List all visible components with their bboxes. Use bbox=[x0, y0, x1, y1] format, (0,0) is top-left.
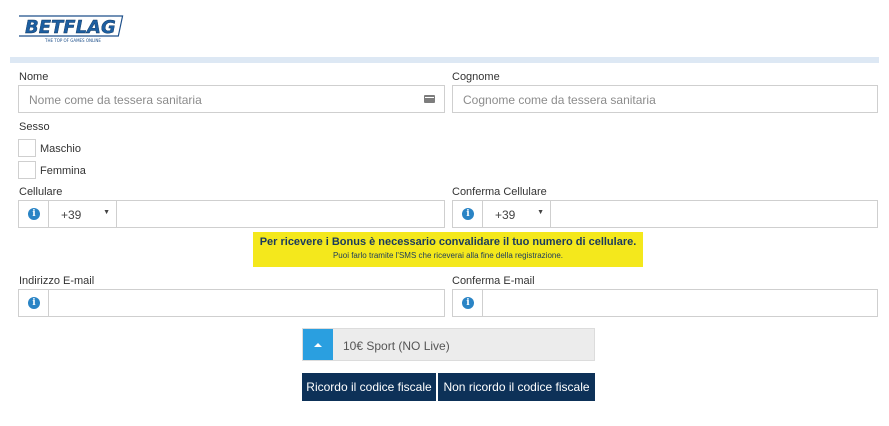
maschio-label: Maschio bbox=[40, 143, 81, 155]
cellulare-prefix-select[interactable]: +39 ▼ bbox=[49, 201, 117, 227]
info-icon: i bbox=[28, 297, 40, 309]
conferma-cellulare-field[interactable]: i +39 ▼ bbox=[452, 200, 878, 228]
conferma-cellulare-prefix: +39 bbox=[495, 208, 516, 222]
svg-text:THE TOP OF GAMES ONLINE: THE TOP OF GAMES ONLINE bbox=[44, 38, 101, 43]
ricordo-codice-fiscale-button[interactable]: Ricordo il codice fiscale bbox=[302, 373, 436, 401]
maschio-checkbox[interactable] bbox=[18, 139, 36, 157]
bonus-toggle-button[interactable] bbox=[303, 329, 333, 360]
conferma-email-info[interactable]: i bbox=[453, 290, 483, 316]
non-ricordo-codice-fiscale-button[interactable]: Non ricordo il codice fiscale bbox=[438, 373, 595, 401]
bonus-selected: 10€ Sport (NO Live) bbox=[343, 339, 450, 353]
nome-label: Nome bbox=[19, 71, 49, 83]
sesso-label: Sesso bbox=[19, 121, 50, 133]
svg-text:BETFLAG: BETFLAG bbox=[25, 17, 116, 38]
cellulare-field[interactable]: i +39 ▼ bbox=[18, 200, 445, 228]
email-info[interactable]: i bbox=[19, 290, 49, 316]
conferma-email-label: Conferma E-mail bbox=[452, 275, 535, 287]
notice-subtitle: Puoi farlo tramite l'SMS che riceverai a… bbox=[332, 251, 564, 260]
email-field[interactable]: i bbox=[18, 289, 445, 317]
notice-title: Per ricevere i Bonus è necessario conval… bbox=[259, 236, 637, 248]
cognome-label: Cognome bbox=[452, 71, 500, 83]
cellulare-info[interactable]: i bbox=[19, 201, 49, 227]
bonus-selector[interactable]: 10€ Sport (NO Live) bbox=[302, 328, 595, 361]
cellulare-prefix: +39 bbox=[61, 208, 82, 222]
femmina-label: Femmina bbox=[40, 165, 86, 177]
cognome-placeholder: Cognome come da tessera sanitaria bbox=[463, 93, 656, 107]
info-icon: i bbox=[462, 297, 474, 309]
sms-notice: Per ricevere i Bonus è necessario conval… bbox=[253, 232, 643, 267]
nome-placeholder: Nome come da tessera sanitaria bbox=[29, 93, 202, 107]
chevron-down-icon: ▼ bbox=[103, 209, 110, 216]
femmina-checkbox[interactable] bbox=[18, 161, 36, 179]
conferma-cellulare-prefix-select[interactable]: +39 ▼ bbox=[483, 201, 551, 227]
header-divider bbox=[10, 57, 879, 63]
conferma-cellulare-info[interactable]: i bbox=[453, 201, 483, 227]
nome-field[interactable]: Nome come da tessera sanitaria bbox=[18, 85, 445, 113]
email-label: Indirizzo E-mail bbox=[19, 275, 95, 287]
conferma-cellulare-label: Conferma Cellulare bbox=[452, 186, 547, 198]
info-icon: i bbox=[462, 208, 474, 220]
id-card-icon bbox=[424, 95, 435, 103]
conferma-email-field[interactable]: i bbox=[452, 289, 878, 317]
betflag-logo: BETFLAG THE TOP OF GAMES ONLINE bbox=[19, 15, 124, 43]
chevron-down-icon: ▼ bbox=[537, 209, 544, 216]
chevron-up-icon bbox=[314, 343, 322, 347]
info-icon: i bbox=[28, 208, 40, 220]
cognome-field[interactable]: Cognome come da tessera sanitaria bbox=[452, 85, 878, 113]
cellulare-label: Cellulare bbox=[19, 186, 63, 198]
